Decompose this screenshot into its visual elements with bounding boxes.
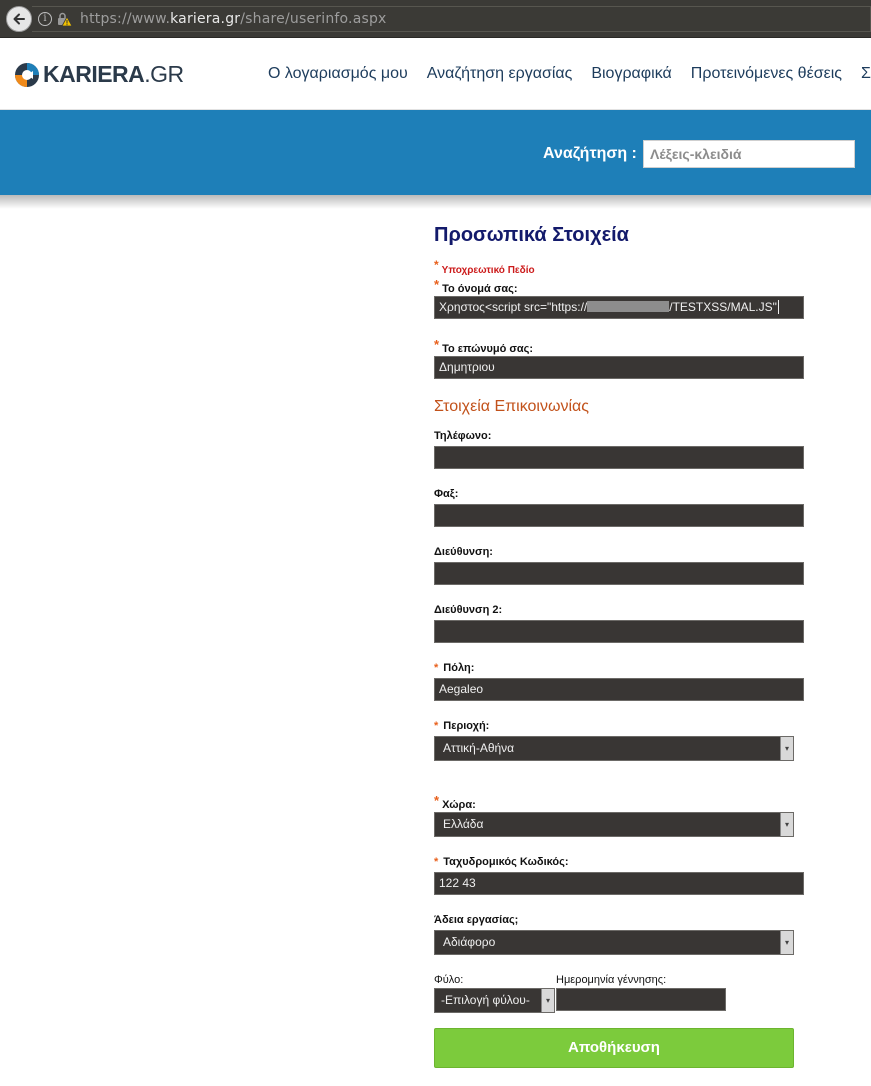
kariera-logo-icon xyxy=(15,62,39,87)
required-asterisk: * xyxy=(434,856,439,868)
birthdate-label: Ημερομηνία γέννησης: xyxy=(556,974,667,986)
country-select[interactable]: Ελλάδα ▾ xyxy=(434,812,794,837)
nav-featured-jobs[interactable]: Προτεινόμενες θέσεις xyxy=(691,65,842,83)
search-band-shadow xyxy=(0,195,871,209)
text-caret xyxy=(777,300,779,314)
address-field[interactable]: i https://www.kariera.gr/share/userinfo.… xyxy=(32,6,871,32)
insecure-lock-warning-icon[interactable] xyxy=(56,11,72,27)
nav-more[interactable]: Συ xyxy=(861,65,871,83)
save-button[interactable]: Αποθήκευση xyxy=(434,1028,794,1068)
city-label: * Πόλη: xyxy=(434,662,475,674)
address-field[interactable] xyxy=(434,562,804,585)
main-nav: Ο λογαριασμός μου Αναζήτηση εργασίας Βιο… xyxy=(268,65,871,83)
phone-label: Τηλέφωνο: xyxy=(434,430,492,442)
kariera-logo[interactable]: KARIERA.GR xyxy=(14,61,184,88)
browser-url-bar: i https://www.kariera.gr/share/userinfo.… xyxy=(0,0,871,38)
birthdate-field[interactable] xyxy=(556,988,726,1011)
chevron-down-icon[interactable]: ▾ xyxy=(780,737,793,760)
page-title: Προσωπικά Στοιχεία xyxy=(434,224,629,246)
country-label: * Χώρα: xyxy=(434,793,476,811)
last-name-field[interactable]: Δημητριου xyxy=(434,356,804,379)
address2-field[interactable] xyxy=(434,620,804,643)
search-label: Αναζήτηση : xyxy=(543,145,637,162)
city-field[interactable]: Aegaleo xyxy=(434,678,804,701)
chevron-down-icon[interactable]: ▾ xyxy=(780,931,793,954)
work-permit-label: Άδεια εργασίας; xyxy=(434,914,519,926)
chevron-down-icon[interactable]: ▾ xyxy=(541,989,554,1012)
url-text: https://www.kariera.gr/share/userinfo.as… xyxy=(80,11,387,27)
redacted-block xyxy=(587,301,670,312)
region-select[interactable]: Αττική-Αθήνα ▾ xyxy=(434,736,794,761)
required-field-note: * Υποχρεωτικό Πεδίο xyxy=(434,258,535,276)
phone-field[interactable] xyxy=(434,446,804,469)
keyword-search-input[interactable] xyxy=(643,140,855,168)
address2-label: Διεύθυνση 2: xyxy=(434,604,503,616)
nav-my-account[interactable]: Ο λογαριασμός μου xyxy=(268,65,408,83)
required-asterisk: * xyxy=(434,662,439,674)
fax-label: Φαξ: xyxy=(434,488,459,500)
required-asterisk: * xyxy=(434,277,440,292)
first-name-label: * Το όνομά σας: xyxy=(434,277,518,295)
info-icon[interactable]: i xyxy=(38,12,52,26)
nav-job-search[interactable]: Αναζήτηση εργασίας xyxy=(427,65,573,83)
work-permit-select[interactable]: Αδιάφορο ▾ xyxy=(434,930,794,955)
chevron-down-icon[interactable]: ▾ xyxy=(780,813,793,836)
arrow-left-icon xyxy=(13,13,25,25)
site-header: KARIERA.GR Ο λογαριασμός μου Αναζήτηση ε… xyxy=(0,39,871,110)
address-label: Διεύθυνση: xyxy=(434,546,493,558)
back-button[interactable] xyxy=(6,6,32,32)
last-name-label: * Το επώνυμό σας: xyxy=(434,337,534,355)
gender-select[interactable]: -Επιλογή φύλου- ▾ xyxy=(434,988,555,1013)
required-asterisk: * xyxy=(434,793,440,808)
region-label: * Περιοχή: xyxy=(434,720,490,732)
contact-section-heading: Στοιχεία Επικοινωνίας xyxy=(434,398,589,415)
postal-code-label: * Ταχυδρομικός Κωδικός: xyxy=(434,856,569,868)
logo-wordmark: KARIERA.GR xyxy=(43,61,184,87)
nav-resumes[interactable]: Βιογραφικά xyxy=(591,65,671,83)
required-asterisk: * xyxy=(434,258,439,272)
first-name-field[interactable]: Χρηστος<script src="https:///TESTXSS/MAL… xyxy=(434,296,804,319)
gender-label: Φύλο: xyxy=(434,974,464,986)
required-asterisk: * xyxy=(434,720,439,732)
fax-field[interactable] xyxy=(434,504,804,527)
required-asterisk: * xyxy=(434,337,440,352)
postal-code-field[interactable]: 122 43 xyxy=(434,872,804,895)
